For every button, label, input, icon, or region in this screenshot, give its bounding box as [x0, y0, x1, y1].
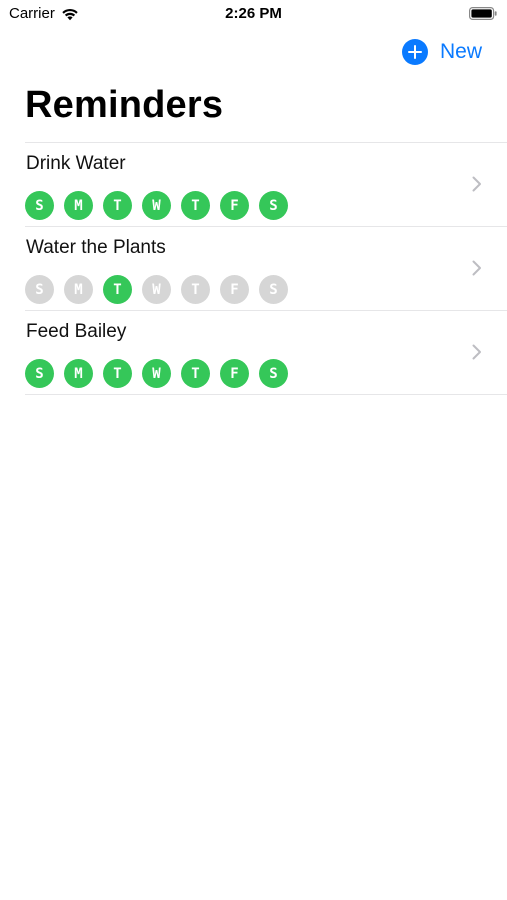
reminder-row[interactable]: Feed Bailey S M T W T F S — [25, 311, 507, 395]
reminder-title: Water the Plants — [26, 237, 166, 258]
weekday-indicator: W — [142, 359, 171, 388]
weekday-indicator: T — [103, 191, 132, 220]
weekday-indicator: W — [142, 191, 171, 220]
weekday-indicator: S — [259, 275, 288, 304]
weekday-indicator: S — [259, 359, 288, 388]
chevron-right-icon — [472, 260, 481, 276]
reminder-row[interactable]: Drink Water S M T W T F S — [25, 143, 507, 227]
chevron-right-icon — [472, 176, 481, 192]
weekday-indicator: F — [220, 191, 249, 220]
weekday-indicator: M — [64, 275, 93, 304]
reminder-title: Drink Water — [26, 153, 126, 174]
weekday-indicator: W — [142, 275, 171, 304]
new-reminder-button[interactable]: New — [401, 39, 482, 65]
weekday-schedule: SMTWTFS — [25, 359, 288, 388]
weekday-indicator: F — [220, 275, 249, 304]
plus-circle-icon — [401, 39, 428, 65]
weekday-indicator: T — [181, 275, 210, 304]
reminder-title: Feed Bailey — [26, 321, 127, 342]
chevron-right-icon — [472, 344, 481, 360]
weekday-indicator: S — [25, 275, 54, 304]
weekday-indicator: S — [259, 191, 288, 220]
battery-icon — [469, 7, 497, 20]
status-bar: Carrier 2:26 PM — [0, 0, 507, 28]
reminder-list: Drink Water S M T W T F S Water the Plants S M T W T F… — [25, 142, 507, 395]
weekday-indicator: T — [103, 359, 132, 388]
weekday-indicator: M — [64, 359, 93, 388]
weekday-indicator: T — [103, 275, 132, 304]
weekday-indicator: T — [181, 191, 210, 220]
new-button-label: New — [439, 40, 482, 63]
status-time: 2:26 PM — [225, 5, 282, 22]
page-title: Reminders — [25, 84, 224, 126]
reminder-row[interactable]: Water the Plants S M T W T F S — [25, 227, 507, 311]
weekday-indicator: T — [181, 359, 210, 388]
weekday-schedule: SMTWTFS — [25, 191, 288, 220]
weekday-schedule: SMTWTFS — [25, 275, 288, 304]
weekday-indicator: M — [64, 191, 93, 220]
weekday-indicator: S — [25, 359, 54, 388]
weekday-indicator: S — [25, 191, 54, 220]
weekday-indicator: F — [220, 359, 249, 388]
